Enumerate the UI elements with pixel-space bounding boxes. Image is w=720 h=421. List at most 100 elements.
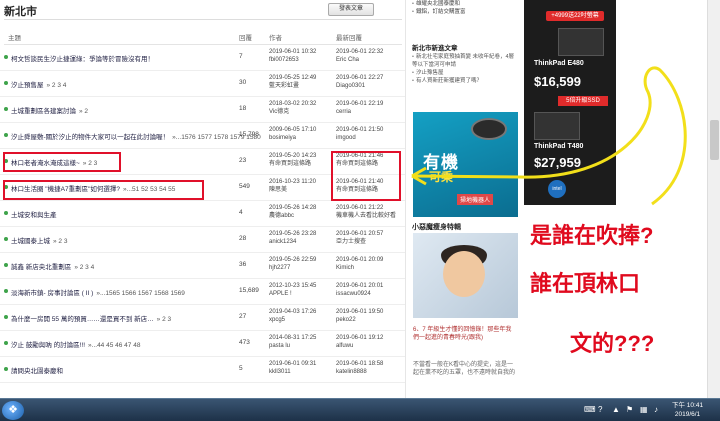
keyboard-icon[interactable]: ⌨ xyxy=(584,405,596,414)
last-reply-time[interactable]: 2019-06-01 22:27 xyxy=(336,74,383,82)
thread-title[interactable]: 汐止 鼓勵與吶 的討論區!!! »...44 45 46 47 48 xyxy=(11,339,140,349)
laptop-ad[interactable]: +4999送22吋螢幕 ThinkPad E480 $16,599 5倍升級SS… xyxy=(524,0,616,205)
robot-vacuum-ad[interactable]: 有機 可乘 掃地機器人 xyxy=(413,112,518,217)
thread-title[interactable]: 柯文哲談民生汐止捷運綠：爭論等於冒險沒有用！ xyxy=(11,53,157,63)
thread-title-text[interactable]: 淡海新市鎮- 房事討論區 ( II ) xyxy=(11,290,93,297)
thread-row[interactable]: 汐止 鼓勵與吶 的討論區!!! »...44 45 46 47 48 473 2014… xyxy=(0,331,405,357)
last-reply-time[interactable]: 2019-06-01 20:57 xyxy=(336,230,383,238)
last-reply-user[interactable]: issacwu0924 xyxy=(336,290,383,298)
author-name[interactable]: bosimeiya xyxy=(269,134,316,142)
thread-title[interactable]: 汐止舜屋敷-關於汐止的物件大家可以一起在此討論喔！ »...1576 1577 1… xyxy=(11,131,261,141)
scrollbar[interactable] xyxy=(707,0,720,398)
last-reply-user[interactable]: 機車機人去看比較好看 xyxy=(336,212,396,220)
thread-title-text[interactable]: 土城重劃區各建案討論 xyxy=(11,108,76,115)
thread-row[interactable]: 林口老者淹水淹成這樣~» 2 3 23 2019-05-20 14:23 有命買到這條… xyxy=(0,149,405,175)
thread-pages[interactable]: »...44 45 46 47 48 xyxy=(88,342,140,349)
thread-title[interactable]: 為什麼一房開 55 萬的預買……還是買不到 新店…» 2 3 xyxy=(11,313,171,323)
thread-pages[interactable]: » 2 3 xyxy=(53,238,67,245)
author-name[interactable]: 有命買到這條路 xyxy=(269,160,316,168)
thread-title-text[interactable]: 請問央北園泰慶和 xyxy=(11,368,63,375)
thread-title-text[interactable]: 林口生活圈 "機捷A7重劃區"如何選擇? xyxy=(11,186,120,193)
last-reply-time[interactable]: 2019-06-01 20:01 xyxy=(336,282,383,290)
thread-row[interactable]: 柯文哲談民生汐止捷運綠：爭論等於冒險沒有用！ 7 2019-06-01 10:32 f… xyxy=(0,45,405,71)
thread-pages[interactable]: » 2 3 xyxy=(157,316,171,323)
post-button[interactable]: 發表文章 xyxy=(328,3,374,16)
news-item[interactable]: 有人買新莊新獲建買了嗎？ xyxy=(412,77,516,85)
last-reply-user[interactable]: 有命買到這條路 xyxy=(336,186,383,194)
thread-title[interactable]: 淡海新市鎮- 房事討論區 ( II ) »...1565 1566 1567 15… xyxy=(11,287,185,297)
author-name[interactable]: fbi0072653 xyxy=(269,56,316,64)
author-name[interactable]: anick1234 xyxy=(269,238,316,246)
author-name[interactable]: 農德abbc xyxy=(269,212,316,220)
author-name[interactable]: 陳思美 xyxy=(269,186,316,194)
last-reply-user[interactable]: Kimich xyxy=(336,264,383,272)
thread-pages[interactable]: »...1565 1566 1567 1568 1569 xyxy=(96,290,185,297)
thread-row[interactable]: 汐止預售屋» 2 3 4 30 2019-05-25 12:49 藍天彩虹畫 2019-… xyxy=(0,71,405,97)
author-name[interactable]: 藍天彩虹畫 xyxy=(269,82,316,90)
thread-pages[interactable]: » 2 3 4 xyxy=(47,82,67,89)
thread-row[interactable]: 淡海新市鎮- 房事討論區 ( II ) »...1565 1566 1567 15… xyxy=(0,279,405,305)
thread-pages[interactable]: » 2 3 4 xyxy=(74,264,94,271)
last-reply-user[interactable]: katelin8888 xyxy=(336,368,383,376)
thread-title-text[interactable]: 汐止舜屋敷-關於汐止的物件大家可以一起在此討論喔！ xyxy=(11,134,169,141)
last-reply-time[interactable]: 2019-06-01 21:22 xyxy=(336,204,396,212)
thread-row[interactable]: 汐止舜屋敷-關於汐止的物件大家可以一起在此討論喔！ »...1576 1577 1… xyxy=(0,123,405,149)
last-reply-time[interactable]: 2019-06-01 21:40 xyxy=(336,178,383,186)
thread-title[interactable]: 林口生活圈 "機捷A7重劃區"如何選擇? »...51 52 53 54 55 xyxy=(11,183,175,193)
author-name[interactable]: Vic德克 xyxy=(269,108,316,116)
thread-row[interactable]: 土城國泰上城» 2 3 28 2019-05-26 23:28 anick1234 20… xyxy=(0,227,405,253)
thread-row[interactable]: 林口生活圈 "機捷A7重劃區"如何選擇? »...51 52 53 54 55 54… xyxy=(0,175,405,201)
thread-title-text[interactable]: 為什麼一房開 55 萬的預買……還是買不到 新店… xyxy=(11,316,154,323)
thread-title-text[interactable]: 汐止 鼓勵與吶 的討論區!!! xyxy=(11,342,85,349)
last-reply-time[interactable]: 2019-06-01 22:32 xyxy=(336,48,383,56)
thread-title-text[interactable]: 誠鑫 新店央北重劃區 xyxy=(11,264,71,271)
thread-title[interactable]: 誠鑫 新店央北重劃區» 2 3 4 xyxy=(11,261,94,271)
volume-icon[interactable]: ♪ xyxy=(654,405,658,414)
scrollbar-thumb[interactable] xyxy=(710,120,719,160)
author-name[interactable]: xpcg5 xyxy=(269,316,316,324)
thread-title-text[interactable]: 土城安和與生產 xyxy=(11,212,57,219)
author-name[interactable]: APPLE ! xyxy=(269,290,316,298)
thread-title[interactable]: 土城國泰上城» 2 3 xyxy=(11,235,67,245)
author-name[interactable]: hjh2277 xyxy=(269,264,316,272)
last-reply-time[interactable]: 2019-06-01 22:19 xyxy=(336,100,383,108)
last-reply-user[interactable]: Eric Cha xyxy=(336,56,383,64)
thread-title-text[interactable]: 汐止預售屋 xyxy=(11,82,44,89)
thread-title[interactable]: 林口老者淹水淹成這樣~» 2 3 xyxy=(11,157,97,167)
thread-title-text[interactable]: 土城國泰上城 xyxy=(11,238,50,245)
thread-title[interactable]: 汐止預售屋» 2 3 4 xyxy=(11,79,66,89)
news-item[interactable]: 汐止豫售屋 xyxy=(412,69,516,77)
last-reply-user[interactable]: peko22 xyxy=(336,316,383,324)
thread-pages[interactable]: » 2 xyxy=(79,108,88,115)
thread-title-text[interactable]: 柯文哲談民生汐止捷運綠：爭論等於冒險沒有用！ xyxy=(11,56,154,63)
thread-row[interactable]: 誠鑫 新店央北重劃區» 2 3 4 36 2019-05-26 22:59 hjh22… xyxy=(0,253,405,279)
last-reply-time[interactable]: 2019-06-01 20:09 xyxy=(336,256,383,264)
sidebar-link[interactable]: 雄耀央北國泰慶和 xyxy=(412,0,465,8)
flag-icon[interactable]: ⚑ xyxy=(626,405,633,414)
last-reply-user[interactable]: Diago0301 xyxy=(336,82,383,90)
network-icon[interactable]: ▦ xyxy=(640,405,648,414)
last-reply-time[interactable]: 2019-06-01 19:12 xyxy=(336,334,383,342)
feature-photo[interactable] xyxy=(413,233,518,318)
news-item[interactable]: 新北社宅家庭預抽首變 未收年紀卷，4層等以下當河可申請 xyxy=(412,53,516,69)
last-reply-time[interactable]: 2019-06-01 21:50 xyxy=(336,126,383,134)
thread-title[interactable]: 土城安和與生產 xyxy=(11,209,60,219)
last-reply-user[interactable]: cerria xyxy=(336,108,383,116)
last-reply-user[interactable]: imgood xyxy=(336,134,383,142)
thread-title[interactable]: 土城重劃區各建案討論» 2 xyxy=(11,105,88,115)
sidebar-link[interactable]: 鐵鋁，訂結交購置富 xyxy=(412,8,466,16)
last-reply-time[interactable]: 2019-06-01 21:46 xyxy=(336,152,383,160)
thread-row[interactable]: 為什麼一房開 55 萬的預買……還是買不到 新店…» 2 3 27 2019-04-… xyxy=(0,305,405,331)
thread-title-text[interactable]: 林口老者淹水淹成這樣~ xyxy=(11,160,80,167)
last-reply-time[interactable]: 2019-06-01 18:58 xyxy=(336,360,383,368)
start-button[interactable]: ❖ xyxy=(2,401,24,420)
thread-pages[interactable]: »...51 52 53 54 55 xyxy=(123,186,175,193)
feature-caption[interactable]: 6、7 年級生才懂的回憶錄！那些年我們一起進的青春時光(跟我) xyxy=(413,326,516,342)
clock[interactable]: 下午 10:41 2019/6/1 xyxy=(672,401,703,419)
last-reply-time[interactable]: 2019-06-01 19:50 xyxy=(336,308,383,316)
author-name[interactable]: pasta lu xyxy=(269,342,316,350)
author-name[interactable]: kkll3011 xyxy=(269,368,316,376)
last-reply-user[interactable]: alfuwu xyxy=(336,342,383,350)
last-reply-user[interactable]: 有命買到這條路 xyxy=(336,160,383,168)
thread-row[interactable]: 土城重劃區各建案討論» 2 18 2018-03-02 20:32 Vic德克 2019… xyxy=(0,97,405,123)
